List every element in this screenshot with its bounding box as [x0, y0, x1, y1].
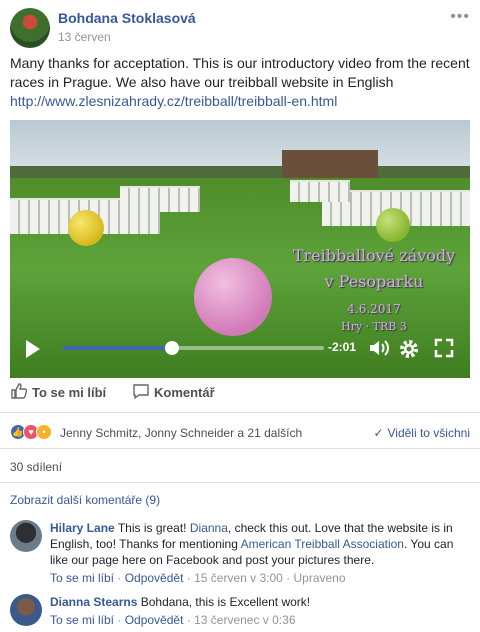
- commenter-avatar[interactable]: [10, 594, 42, 626]
- video-overlay-date: 4.6.2017: [347, 302, 401, 316]
- comment-text: Bohdana, this is Excellent work!: [140, 595, 311, 609]
- comment-reply-link[interactable]: Odpovědět: [125, 613, 184, 627]
- seen-by-all[interactable]: ✓ Viděli to všichni: [373, 426, 470, 440]
- more-options-icon[interactable]: •••: [450, 8, 470, 26]
- fullscreen-icon[interactable]: [434, 338, 454, 358]
- wow-reaction-icon: •: [36, 424, 52, 440]
- comment-time[interactable]: 13 červenec v 0:36: [194, 613, 295, 627]
- comment-meta: To se mi líbí · Odpovědět · 13 červenec …: [50, 613, 296, 627]
- play-icon[interactable]: [26, 340, 40, 358]
- comment-text: This is great!: [117, 521, 187, 535]
- post-body: Many thanks for acceptation. This is our…: [10, 55, 470, 90]
- comment: Dianna Stearns Bohdana, this is Excellen…: [10, 594, 470, 630]
- video-overlay-line: Hry · TRB 3: [341, 320, 407, 333]
- comment-icon: [133, 384, 149, 400]
- comment-body: Dianna Stearns Bohdana, this is Excellen…: [50, 594, 468, 610]
- divider: [0, 448, 480, 449]
- video-fence: [120, 186, 200, 212]
- comment-like-link[interactable]: To se mi líbí: [50, 613, 114, 627]
- comment-like-link[interactable]: To se mi líbí: [50, 571, 114, 585]
- comment-time[interactable]: 15 červen v 3:00: [194, 571, 283, 585]
- seek-thumb[interactable]: [165, 341, 180, 355]
- seek-bar[interactable]: [62, 341, 324, 355]
- like-button[interactable]: To se mi líbí: [10, 382, 106, 400]
- video-fence: [290, 180, 350, 202]
- author-name[interactable]: Bohdana Stoklasová: [58, 10, 196, 26]
- comment-link[interactable]: American Treibball Association: [241, 537, 404, 551]
- comment-meta: To se mi líbí · Odpovědět · 15 červen v …: [50, 571, 346, 585]
- video-player[interactable]: Treibballové závody v Pesoparku 4.6.2017…: [10, 120, 470, 378]
- comment-author[interactable]: Dianna Stearns: [50, 595, 137, 609]
- time-remaining: -2:01: [328, 340, 357, 354]
- volume-icon[interactable]: [368, 338, 390, 358]
- comment-body: Hilary Lane This is great! Dianna, check…: [50, 520, 468, 568]
- comment: Hilary Lane This is great! Dianna, check…: [10, 520, 470, 590]
- post-text: Many thanks for acceptation. This is our…: [10, 54, 472, 111]
- post-actions: To se mi líbí Komentář: [10, 382, 470, 406]
- like-label: To se mi líbí: [32, 385, 107, 400]
- video-tent: [282, 150, 378, 178]
- view-more-comments-link[interactable]: Zobrazit další komentáře (9): [10, 493, 160, 507]
- reaction-names[interactable]: Jenny Schmitz, Jonny Schneider a 21 dalš…: [60, 426, 302, 440]
- video-overlay-title: Treibballové závody: [292, 246, 456, 265]
- thumbs-up-icon: [11, 383, 28, 399]
- divider: [0, 482, 480, 483]
- check-icon: ✓: [373, 426, 384, 440]
- comment-reply-link[interactable]: Odpovědět: [125, 571, 184, 585]
- comment-label: Komentář: [154, 385, 215, 400]
- pink-ball: [194, 258, 272, 336]
- post-link[interactable]: http://www.zlesnizahrady.cz/treibball/tr…: [10, 92, 472, 111]
- comment-author[interactable]: Hilary Lane: [50, 521, 115, 535]
- reaction-icons[interactable]: 👍 ♥ •: [10, 424, 54, 442]
- commenter-avatar[interactable]: [10, 520, 42, 552]
- yellow-ball: [68, 210, 104, 246]
- reactions-bar: 👍 ♥ • Jenny Schmitz, Jonny Schneider a 2…: [10, 424, 470, 442]
- divider: [0, 412, 480, 413]
- post-date[interactable]: 13 červen: [58, 30, 111, 44]
- seen-by-label: Viděli to všichni: [387, 426, 471, 440]
- shares-count[interactable]: 30 sdílení: [10, 460, 62, 474]
- comment-mention[interactable]: Dianna: [190, 521, 228, 535]
- gear-icon[interactable]: [398, 338, 420, 360]
- author-avatar[interactable]: [10, 8, 50, 48]
- comment-button[interactable]: Komentář: [132, 382, 215, 400]
- comment-edited: Upraveno: [293, 571, 346, 585]
- seek-progress: [62, 346, 173, 350]
- video-overlay-subtitle: v Pesoparku: [324, 272, 424, 291]
- post-header: Bohdana Stoklasová 13 červen •••: [10, 8, 470, 48]
- green-ball: [376, 208, 410, 242]
- video-controls: -2:01: [10, 334, 470, 378]
